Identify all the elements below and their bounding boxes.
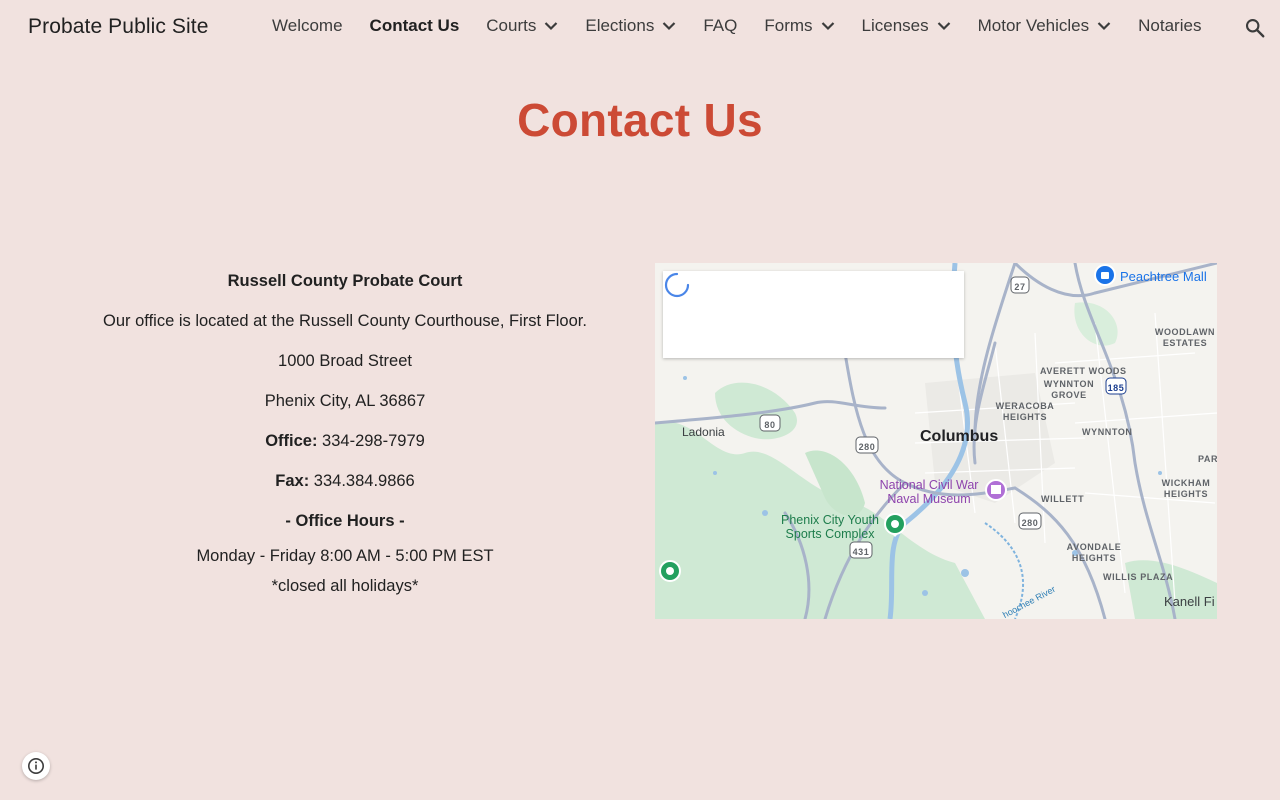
nav-item-contact-us[interactable]: Contact Us xyxy=(370,16,460,36)
office-label: Office: xyxy=(265,432,318,450)
holiday-note: *closed all holidays* xyxy=(271,577,419,595)
chevron-down-icon[interactable] xyxy=(937,21,951,31)
chevron-down-icon[interactable] xyxy=(662,21,676,31)
map-label-columbus: Columbus xyxy=(920,428,999,445)
site-info-button[interactable] xyxy=(22,752,50,780)
nav-item-courts[interactable]: Courts xyxy=(486,16,558,36)
site-title[interactable]: Probate Public Site xyxy=(28,15,209,39)
street-address: 1000 Broad Street xyxy=(278,352,412,370)
nav-item-welcome[interactable]: Welcome xyxy=(272,16,343,36)
route-shield-185: 185 xyxy=(1107,383,1125,393)
embedded-map[interactable]: 27 185 80 280 280 431 Columbus Ladonia P… xyxy=(655,263,1217,619)
map-label-naval-museum: National Civil War Naval Museum xyxy=(879,478,979,506)
map-label-willett: WILLETT xyxy=(1041,494,1085,504)
map-label-peachtree-mall: Peachtree Mall xyxy=(1120,269,1207,284)
chevron-down-icon[interactable] xyxy=(1097,21,1111,31)
nav-item-label: Forms xyxy=(764,16,813,35)
nav-item-motor-vehicles[interactable]: Motor Vehicles xyxy=(978,16,1112,36)
fax-number: 334.384.9866 xyxy=(313,472,415,490)
map-label-willis-plaza: WILLIS PLAZA xyxy=(1103,572,1174,582)
chevron-down-icon[interactable] xyxy=(821,21,835,31)
nav-item-faq[interactable]: FAQ xyxy=(703,16,737,36)
hours-heading: - Office Hours - xyxy=(285,512,405,530)
chevron-down-icon[interactable] xyxy=(544,21,558,31)
office-location: Our office is located at the Russell Cou… xyxy=(103,312,587,330)
page-title: Contact Us xyxy=(517,94,763,146)
fax-label: Fax: xyxy=(275,472,310,490)
map-label-woodlawn-estates: WOODLAWN ESTATES xyxy=(1154,327,1216,348)
site-header: Probate Public Site Welcome Contact Us C… xyxy=(0,0,1280,56)
nav-item-label: Courts xyxy=(486,16,537,35)
court-name: Russell County Probate Court xyxy=(227,272,463,290)
route-shield-27: 27 xyxy=(1014,282,1026,292)
map-label-averett-woods: AVERETT WOODS xyxy=(1040,366,1127,376)
office-phone: 334-298-7979 xyxy=(322,432,425,450)
loading-spinner-icon xyxy=(664,272,690,298)
office-phone-line: Office: 334-298-7979 xyxy=(60,432,630,451)
info-icon xyxy=(28,758,44,774)
nav-item-label: FAQ xyxy=(703,16,738,35)
nav-item-label: Welcome xyxy=(272,16,343,35)
nav-item-label: Motor Vehicles xyxy=(977,16,1090,35)
map-label-weracoba-heights: WERACOBA HEIGHTS xyxy=(995,401,1055,422)
fax-line: Fax: 334.384.9866 xyxy=(60,472,630,491)
route-shield-280: 280 xyxy=(1021,518,1039,528)
nav-item-label: Contact Us xyxy=(369,16,460,35)
map-label-avondale-heights: AVONDALE HEIGHTS xyxy=(1066,542,1122,563)
map-label-wynnton-grove: WYNNTON GROVE xyxy=(1043,379,1095,400)
nav-item-forms[interactable]: Forms xyxy=(764,16,834,36)
map-label-par: PAR xyxy=(1198,454,1217,464)
nav-item-notaries[interactable]: Notaries xyxy=(1138,16,1201,36)
nav-item-label: Notaries xyxy=(1138,16,1202,35)
map-label-wickham-heights: WICKHAM HEIGHTS xyxy=(1161,478,1211,499)
route-shield-80: 80 xyxy=(764,420,776,430)
search-icon[interactable] xyxy=(1244,17,1266,39)
nav-item-elections[interactable]: Elections xyxy=(585,16,676,36)
route-shield-431: 431 xyxy=(852,547,870,557)
office-hours: Monday - Friday 8:00 AM - 5:00 PM EST xyxy=(196,547,494,565)
nav-item-label: Elections xyxy=(585,16,655,35)
map-label-wynnton: WYNNTON xyxy=(1082,427,1133,437)
map-label-youth-sports-complex: Phenix City Youth Sports Complex xyxy=(781,513,879,541)
map-label-ladonia: Ladonia xyxy=(682,425,725,439)
nav-item-label: Licenses xyxy=(861,16,929,35)
route-shield-280: 280 xyxy=(858,442,876,452)
map-label-kanell: Kanell Fi xyxy=(1164,594,1215,609)
main-nav: Welcome Contact Us Courts Elections FAQ … xyxy=(272,16,1201,36)
city-state-zip: Phenix City, AL 36867 xyxy=(264,392,426,410)
nav-item-licenses[interactable]: Licenses xyxy=(862,16,951,36)
map-info-card xyxy=(663,271,964,358)
